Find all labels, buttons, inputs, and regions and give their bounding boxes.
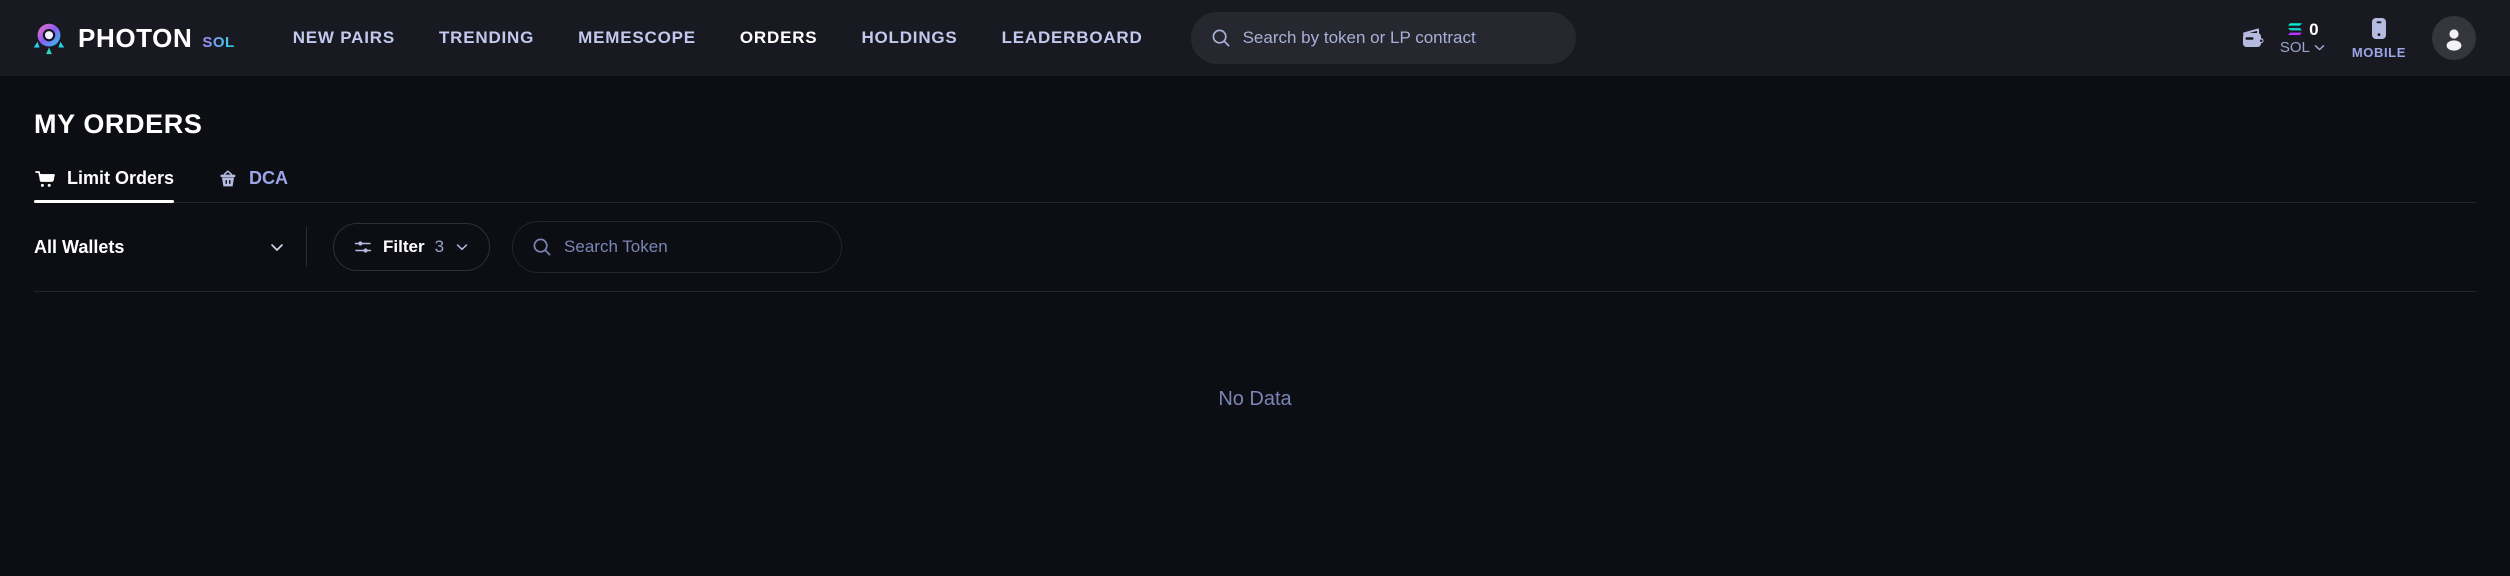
wallet-icon	[2238, 23, 2268, 53]
brand-chain: SOL	[202, 33, 235, 51]
nav-item-memescope[interactable]: MEMESCOPE	[556, 28, 718, 48]
empty-state-message: No Data	[1218, 388, 1292, 410]
tab-limit-orders-label: Limit Orders	[67, 168, 175, 188]
tab-limit-orders[interactable]: Limit Orders	[34, 168, 175, 203]
nav-item-leaderboard[interactable]: LEADERBOARD	[980, 28, 1165, 48]
wallet-balance-amount: 0	[2309, 19, 2319, 39]
nav-item-trending[interactable]: TRENDING	[417, 28, 556, 48]
brand-logo-link[interactable]: PHOTON SOL	[30, 19, 235, 57]
sliders-icon	[353, 237, 373, 257]
nav-item-new-pairs[interactable]: NEW PAIRS	[271, 28, 417, 48]
chevron-down-icon	[2313, 41, 2326, 54]
basket-icon	[218, 169, 238, 189]
tab-dca[interactable]: DCA	[218, 168, 288, 203]
filter-active-count: 3	[434, 237, 445, 256]
nav-item-holdings[interactable]: HOLDINGS	[839, 28, 979, 48]
token-search-placeholder: Search Token	[564, 237, 668, 256]
photon-rocket-logo-icon	[30, 19, 68, 57]
global-search-input[interactable]: Search by token or LP contract	[1190, 12, 1576, 64]
mobile-app-label: MOBILE	[2351, 45, 2406, 60]
filter-button-label: Filter	[383, 237, 425, 256]
mobile-phone-icon	[2368, 16, 2390, 42]
balance-unit-row[interactable]: SOL	[2280, 39, 2326, 56]
wallet-filter-select[interactable]: All Wallets	[34, 237, 306, 258]
toolbar-divider	[306, 227, 307, 267]
search-icon	[1211, 28, 1231, 48]
mobile-app-button[interactable]: MOBILE	[2352, 16, 2406, 60]
solana-icon	[2287, 22, 2303, 36]
chevron-down-icon	[268, 238, 286, 256]
tab-dca-label: DCA	[249, 168, 289, 188]
global-search-placeholder: Search by token or LP contract	[1242, 28, 1476, 47]
nav-item-orders[interactable]: ORDERS	[718, 28, 840, 48]
wallet-balance-block[interactable]: 0 SOL	[2238, 20, 2326, 57]
search-icon	[532, 237, 552, 257]
main-nav: NEW PAIRS TRENDING MEMESCOPE ORDERS HOLD…	[271, 28, 1165, 48]
chevron-down-icon	[454, 239, 470, 255]
shopping-cart-icon	[34, 169, 56, 189]
user-avatar-icon	[2441, 25, 2467, 51]
balance-column: 0 SOL	[2280, 20, 2326, 57]
filter-button[interactable]: Filter 3	[333, 223, 491, 271]
header-right-cluster: 0 SOL MOBILE	[2238, 16, 2480, 60]
top-header: PHOTON SOL NEW PAIRS TRENDING MEMESCOPE …	[0, 0, 2510, 76]
orders-tabs: Limit Orders DCA	[34, 168, 2476, 203]
token-search-input[interactable]: Search Token	[512, 221, 843, 273]
balance-row: 0	[2287, 19, 2319, 40]
page-title: MY ORDERS	[34, 109, 203, 139]
wallet-filter-value: All Wallets	[34, 236, 125, 257]
filter-toolbar: All Wallets Filter 3 Search Token	[34, 203, 2476, 291]
user-avatar[interactable]	[2432, 16, 2476, 60]
wallet-balance-unit: SOL	[2279, 39, 2310, 57]
brand-name: PHOTON	[78, 22, 193, 53]
page-body: MY ORDERS Limit Orders DCA All Wallets F…	[0, 109, 2510, 411]
